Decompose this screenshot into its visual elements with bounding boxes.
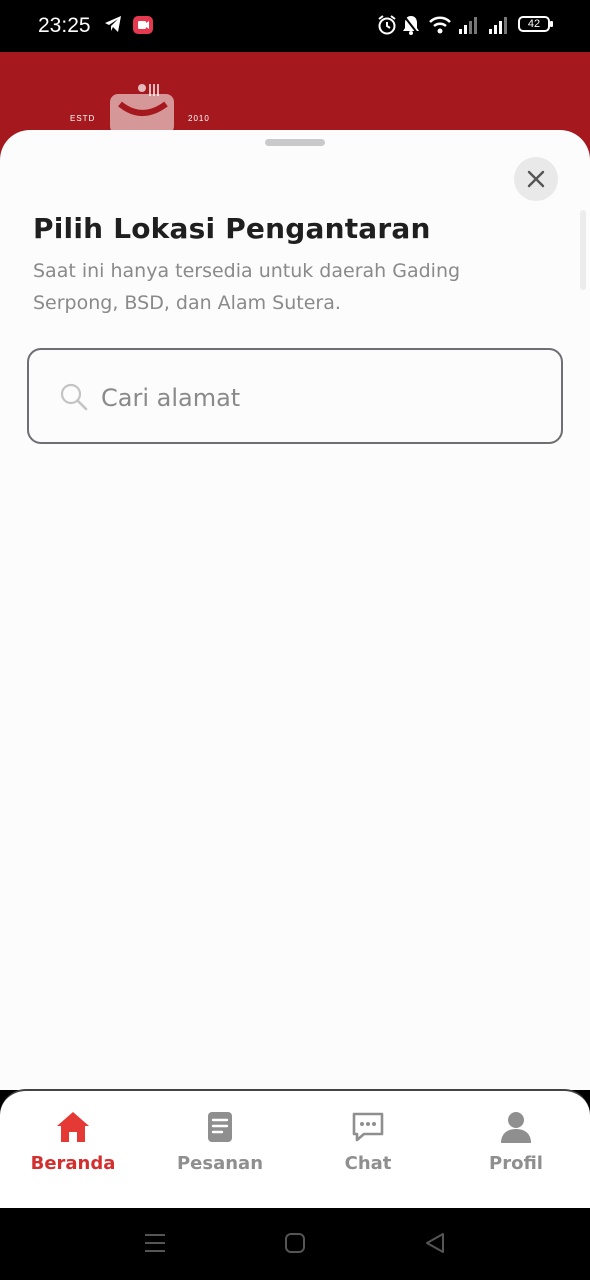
drag-handle[interactable] <box>265 139 325 146</box>
close-button[interactable] <box>514 157 558 201</box>
logo-year: 2010 <box>188 114 210 123</box>
status-bar: 23:25 42 <box>0 0 590 52</box>
brand-logo: ESTD 2010 <box>70 82 220 132</box>
back-icon[interactable] <box>424 1232 446 1258</box>
home-icon <box>57 1112 89 1142</box>
nav-item-pesanan[interactable]: Pesanan <box>160 1109 280 1189</box>
telegram-icon <box>103 14 123 38</box>
system-nav-bar <box>0 1208 590 1280</box>
search-input[interactable] <box>99 380 523 416</box>
profile-icon <box>501 1112 531 1143</box>
nav-label-pesanan: Pesanan <box>176 1153 264 1174</box>
battery-icon: 42 <box>518 16 553 32</box>
signal-icon <box>458 14 480 40</box>
menu-icon[interactable] <box>143 1232 167 1258</box>
nav-item-chat[interactable]: Chat <box>308 1109 428 1189</box>
location-sheet: Pilih Lokasi Pengantaran Saat ini hanya … <box>0 130 590 1090</box>
wifi-icon <box>428 14 452 40</box>
logo-estd: ESTD <box>70 114 96 123</box>
search-icon <box>59 382 89 416</box>
battery-level: 42 <box>527 18 541 30</box>
search-box[interactable] <box>27 348 563 444</box>
nav-label-beranda: Beranda <box>30 1153 116 1174</box>
sheet-title: Pilih Lokasi Pengantaran <box>33 212 431 245</box>
bell-icon <box>402 14 420 40</box>
nav-item-profil[interactable]: Profil <box>456 1109 576 1189</box>
status-time: 23:25 <box>38 14 91 37</box>
close-icon <box>527 170 545 188</box>
scroll-indicator <box>580 210 586 290</box>
orders-icon <box>208 1112 232 1142</box>
home-square-icon[interactable] <box>284 1232 306 1258</box>
nav-label-chat: Chat <box>344 1153 392 1174</box>
alarm-icon <box>377 14 397 40</box>
nav-item-beranda[interactable]: Beranda <box>13 1109 133 1189</box>
bottom-nav: Beranda Pesanan Chat Profil <box>0 1089 590 1208</box>
sheet-subtitle: Saat ini hanya tersedia untuk daerah Gad… <box>33 260 461 314</box>
chat-icon <box>352 1112 384 1142</box>
signal-icon <box>488 14 510 40</box>
screen-record-icon <box>132 14 154 40</box>
nav-label-profil: Profil <box>489 1153 543 1174</box>
